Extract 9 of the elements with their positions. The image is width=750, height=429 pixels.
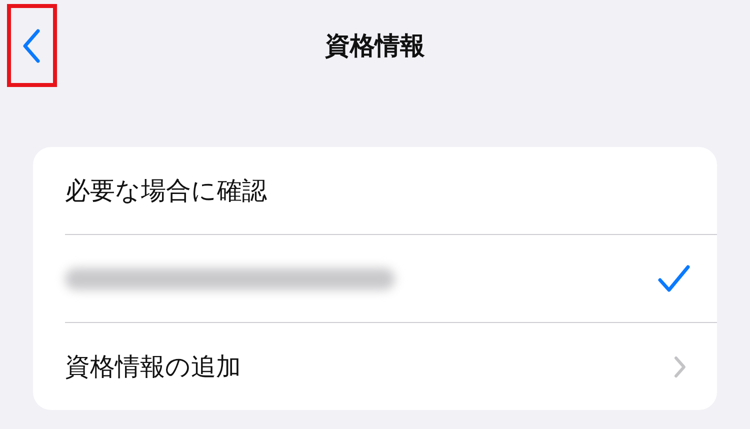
chevron-icon: [673, 354, 687, 378]
row-label: 資格情報の追加: [65, 351, 241, 383]
list-row[interactable]: 必要な場合に確認: [65, 147, 717, 234]
checkmark-icon: [657, 264, 691, 294]
back-chevron-icon: [22, 28, 42, 64]
list-row[interactable]: 資格情報の追加: [65, 322, 717, 410]
screen-title: 資格情報: [325, 30, 425, 62]
back-button[interactable]: [7, 4, 57, 87]
row-label: 必要な場合に確認: [65, 175, 267, 207]
